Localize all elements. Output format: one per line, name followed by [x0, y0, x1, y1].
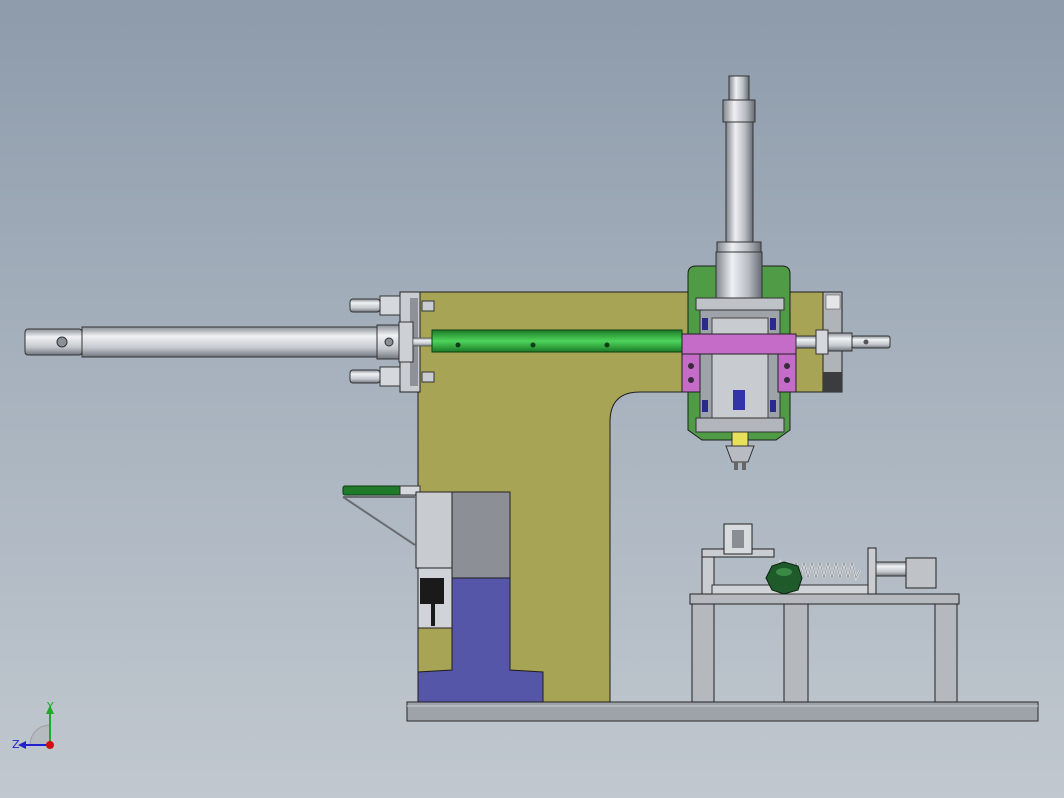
base-plate[interactable]: [406, 701, 1039, 722]
guide-rail[interactable]: [431, 329, 683, 353]
cad-viewport[interactable]: Y Z: [0, 0, 1064, 798]
side-cylinder[interactable]: [342, 485, 421, 546]
green-roller[interactable]: [765, 561, 803, 595]
y-axis-label: Y: [46, 700, 54, 713]
x-axis-dot: [46, 741, 54, 749]
model-drawing[interactable]: Y Z: [0, 0, 1064, 798]
coordinate-triad: Y Z: [12, 700, 54, 751]
fixture-table[interactable]: [689, 523, 960, 703]
z-axis-label: Z: [12, 738, 20, 751]
vertical-cylinder[interactable]: [716, 75, 762, 255]
